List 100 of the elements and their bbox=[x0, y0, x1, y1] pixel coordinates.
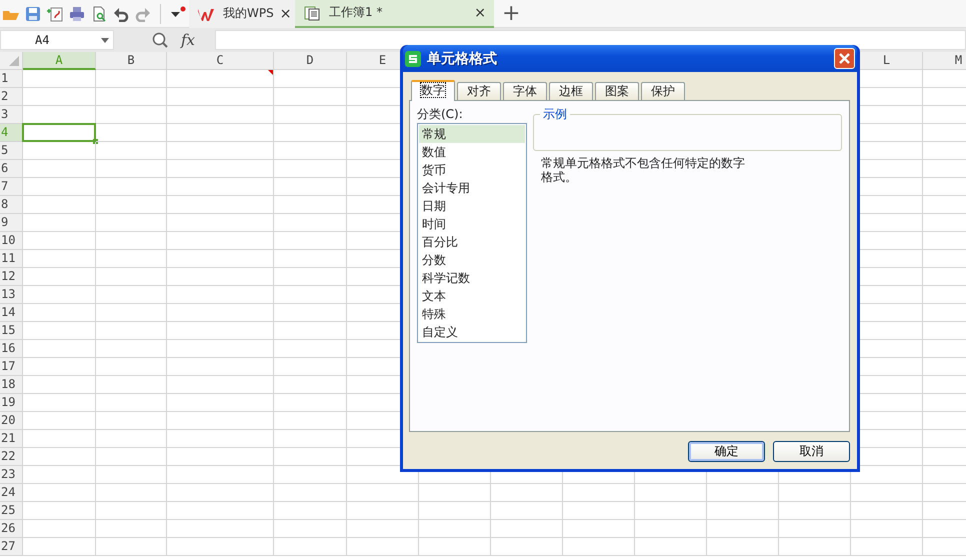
row-header[interactable]: 15 bbox=[0, 322, 23, 340]
grid-cell[interactable] bbox=[167, 286, 274, 304]
category-item[interactable]: 特殊 bbox=[419, 305, 525, 323]
grid-cell[interactable] bbox=[274, 484, 347, 502]
grid-cell[interactable] bbox=[96, 70, 167, 88]
grid-cell[interactable] bbox=[563, 502, 635, 520]
category-item[interactable]: 分数 bbox=[419, 251, 525, 269]
row-header[interactable]: 26 bbox=[0, 520, 23, 538]
grid-cell[interactable] bbox=[635, 484, 707, 502]
grid-cell[interactable] bbox=[23, 502, 96, 520]
grid-cell[interactable] bbox=[23, 70, 96, 88]
grid-cell[interactable] bbox=[707, 538, 779, 556]
file-tab[interactable]: 工作簿1 * × bbox=[295, 0, 494, 28]
grid-cell[interactable] bbox=[274, 268, 347, 286]
name-box[interactable]: A4 bbox=[0, 30, 114, 50]
grid-cell[interactable] bbox=[274, 358, 347, 376]
close-icon[interactable]: × bbox=[474, 4, 486, 20]
grid-cell[interactable] bbox=[274, 214, 347, 232]
grid-cell[interactable] bbox=[167, 322, 274, 340]
grid-cell[interactable] bbox=[96, 466, 167, 484]
row-header[interactable]: 7 bbox=[0, 178, 23, 196]
row-header[interactable]: 18 bbox=[0, 376, 23, 394]
grid-cell[interactable] bbox=[23, 232, 96, 250]
grid-cell[interactable] bbox=[274, 394, 347, 412]
grid-cell[interactable] bbox=[167, 304, 274, 322]
row-header[interactable]: 13 bbox=[0, 286, 23, 304]
row-header[interactable]: 2 bbox=[0, 88, 23, 106]
grid-cell[interactable] bbox=[347, 520, 419, 538]
dialog-tab[interactable]: 对齐 bbox=[457, 82, 501, 100]
grid-cell[interactable] bbox=[274, 376, 347, 394]
grid-cell[interactable] bbox=[167, 160, 274, 178]
new-tab-button[interactable]: + bbox=[502, 2, 520, 24]
grid-cell[interactable] bbox=[23, 466, 96, 484]
grid-cell[interactable] bbox=[274, 430, 347, 448]
row-header[interactable]: 23 bbox=[0, 466, 23, 484]
category-item[interactable]: 文本 bbox=[419, 287, 525, 305]
grid-cell[interactable] bbox=[96, 430, 167, 448]
grid-cell[interactable] bbox=[96, 250, 167, 268]
row-header[interactable]: 9 bbox=[0, 214, 23, 232]
grid-cell[interactable] bbox=[23, 340, 96, 358]
grid-cell[interactable] bbox=[23, 376, 96, 394]
grid-cell[interactable] bbox=[491, 484, 563, 502]
grid-cell[interactable] bbox=[274, 70, 347, 88]
select-all-icon[interactable] bbox=[9, 56, 19, 66]
close-icon[interactable]: × bbox=[280, 6, 292, 22]
grid-cell[interactable] bbox=[96, 412, 167, 430]
grid-cell[interactable] bbox=[563, 538, 635, 556]
grid-cell[interactable] bbox=[635, 538, 707, 556]
grid-cell[interactable] bbox=[707, 520, 779, 538]
dialog-tab[interactable]: 数字 bbox=[411, 80, 455, 101]
category-item[interactable]: 常规 bbox=[419, 125, 525, 143]
grid-cell[interactable] bbox=[167, 484, 274, 502]
row-header[interactable]: 20 bbox=[0, 412, 23, 430]
row-header[interactable]: 11 bbox=[0, 250, 23, 268]
grid-cell[interactable] bbox=[23, 304, 96, 322]
grid-cell[interactable] bbox=[167, 196, 274, 214]
row-header[interactable]: 10 bbox=[0, 232, 23, 250]
grid-cell[interactable] bbox=[96, 484, 167, 502]
grid-cell[interactable] bbox=[96, 286, 167, 304]
row-header[interactable]: 22 bbox=[0, 448, 23, 466]
row-header[interactable]: 27 bbox=[0, 538, 23, 556]
grid-cell[interactable] bbox=[23, 412, 96, 430]
grid-cell[interactable] bbox=[23, 196, 96, 214]
row-header[interactable]: 17 bbox=[0, 358, 23, 376]
dialog-button[interactable]: 取消 bbox=[773, 441, 850, 462]
print-preview-icon[interactable] bbox=[91, 6, 107, 22]
grid-cell[interactable] bbox=[274, 412, 347, 430]
grid-cell[interactable] bbox=[23, 484, 96, 502]
grid-cell[interactable] bbox=[707, 502, 779, 520]
category-item[interactable]: 时间 bbox=[419, 215, 525, 233]
grid-cell[interactable] bbox=[167, 430, 274, 448]
search-icon[interactable] bbox=[152, 32, 168, 48]
grid-cell[interactable] bbox=[274, 322, 347, 340]
grid-cell[interactable] bbox=[779, 484, 851, 502]
grid-cell[interactable] bbox=[167, 502, 274, 520]
grid-cell[interactable] bbox=[851, 502, 923, 520]
category-item[interactable]: 自定义 bbox=[419, 323, 525, 341]
grid-cell[interactable] bbox=[274, 178, 347, 196]
grid-cell[interactable] bbox=[274, 448, 347, 466]
category-list[interactable]: 常规 数值 货币 会计专用 日期 时间 百分比 分数 科学记数 文本 特殊 自定义 bbox=[417, 123, 527, 343]
close-button[interactable] bbox=[834, 48, 855, 69]
grid-cell[interactable] bbox=[23, 88, 96, 106]
grid-cell[interactable] bbox=[491, 520, 563, 538]
grid-cell[interactable] bbox=[419, 502, 491, 520]
grid-cell[interactable] bbox=[274, 340, 347, 358]
row-header[interactable]: 25 bbox=[0, 502, 23, 520]
column-header[interactable]: M bbox=[923, 52, 966, 70]
row-header[interactable]: 21 bbox=[0, 430, 23, 448]
grid-cell[interactable] bbox=[167, 178, 274, 196]
column-header[interactable]: D bbox=[274, 52, 347, 70]
grid-cell[interactable] bbox=[851, 538, 923, 556]
grid-cell[interactable] bbox=[167, 448, 274, 466]
grid-cell[interactable] bbox=[167, 88, 274, 106]
grid-cell[interactable] bbox=[274, 124, 347, 142]
grid-cell[interactable] bbox=[274, 502, 347, 520]
grid-cell[interactable] bbox=[274, 538, 347, 556]
grid-cell[interactable] bbox=[274, 106, 347, 124]
grid-cell[interactable] bbox=[779, 520, 851, 538]
grid-cell[interactable] bbox=[23, 430, 96, 448]
grid-cell[interactable] bbox=[635, 520, 707, 538]
